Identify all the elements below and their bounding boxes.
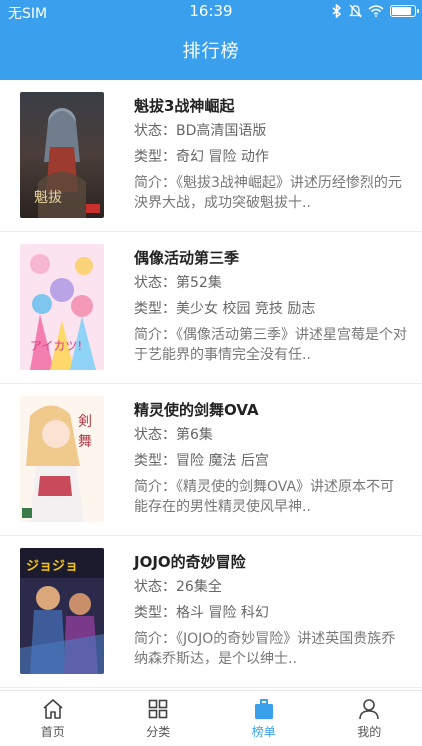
item-genre: 类型：美少女 校园 竞技 励志	[134, 301, 316, 317]
bottom-tab-bar: 首页 分类 榜单 我的	[0, 690, 422, 746]
list-item[interactable]: ジョジョ JOJO的奇妙冒险 状态：26集全 类型：格斗 冒险 科幻 简介：《J…	[0, 536, 422, 688]
cover-image: アイカツ!	[20, 244, 104, 370]
tab-ranking[interactable]: 榜单	[211, 691, 317, 746]
tab-label: 我的	[357, 725, 382, 739]
home-icon	[43, 699, 63, 719]
tab-label: 首页	[40, 725, 65, 739]
svg-text:ジョジョ: ジョジョ	[26, 559, 78, 574]
list-item[interactable]: 魁拔 魁拔3战神崛起 状态：BD高清国语版 类型：奇幻 冒险 动作 简介：《魁拔…	[0, 80, 422, 232]
item-genre: 类型：冒险 魔法 后宫	[134, 453, 269, 469]
cover-image: 魁拔	[20, 92, 104, 218]
svg-text:魁拔: 魁拔	[34, 190, 62, 206]
ranking-list[interactable]: 魁拔 魁拔3战神崛起 状态：BD高清国语版 类型：奇幻 冒险 动作 简介：《魁拔…	[0, 80, 422, 690]
item-intro: 简介：《魁拔3战神崛起》讲述历经惨烈的元泱界大战，成功突破魁拔十..	[134, 175, 402, 211]
svg-text:アイカツ!: アイカツ!	[30, 339, 82, 353]
list-item[interactable]: アイカツ! 偶像活动第三季 状态：第52集 类型：美少女 校园 竞技 励志 简介…	[0, 232, 422, 384]
mute-bell-icon	[349, 4, 362, 18]
ranking-icon	[254, 699, 273, 719]
item-status: 状态：26集全	[134, 579, 222, 595]
tab-home[interactable]: 首页	[0, 691, 106, 746]
item-title[interactable]: 精灵使的剑舞OVA	[134, 398, 408, 422]
tab-category[interactable]: 分类	[106, 691, 212, 746]
tab-label: 分类	[146, 725, 171, 739]
item-title[interactable]: 魁拔3战神崛起	[134, 94, 408, 118]
item-title[interactable]: JOJO的奇妙冒险	[134, 550, 408, 574]
item-intro: 简介：《JOJO的奇妙冒险》讲述英国贵族乔纳森乔斯达，是个以绅士..	[134, 631, 396, 667]
svg-text:剣: 剣	[78, 414, 92, 430]
item-status: 状态：第6集	[134, 427, 213, 443]
battery-icon	[390, 5, 419, 17]
item-intro: 简介：《精灵使的剑舞OVA》讲述原本不可能存在的男性精灵使风早神..	[134, 479, 395, 515]
wifi-icon	[368, 5, 384, 17]
cover-image: 剣 舞	[20, 396, 104, 522]
item-status: 状态：BD高清国语版	[134, 123, 267, 139]
tab-mine[interactable]: 我的	[317, 691, 422, 746]
grid-icon	[148, 699, 168, 719]
item-genre: 类型：格斗 冒险 科幻	[134, 605, 269, 621]
item-intro: 简介：《偶像活动第三季》讲述星宫莓是个对于艺能界的事情完全没有任..	[134, 327, 407, 363]
status-icons	[331, 4, 419, 18]
tab-label: 榜单	[251, 725, 276, 739]
cover-image: ジョジョ	[20, 548, 104, 674]
nav-bar: 排行榜	[0, 24, 422, 80]
item-status: 状态：第52集	[134, 275, 222, 291]
item-title[interactable]: 偶像活动第三季	[134, 246, 408, 270]
status-bar: 无SIM 16:39	[0, 0, 422, 24]
item-genre: 类型：奇幻 冒险 动作	[134, 149, 269, 165]
bluetooth-icon	[332, 4, 342, 18]
user-icon	[359, 699, 380, 720]
page-title: 排行榜	[182, 41, 240, 62]
svg-text:舞: 舞	[78, 434, 92, 450]
list-item[interactable]: 剣 舞 精灵使的剑舞OVA 状态：第6集 类型：冒险 魔法 后宫 简介：《精灵使…	[0, 384, 422, 536]
